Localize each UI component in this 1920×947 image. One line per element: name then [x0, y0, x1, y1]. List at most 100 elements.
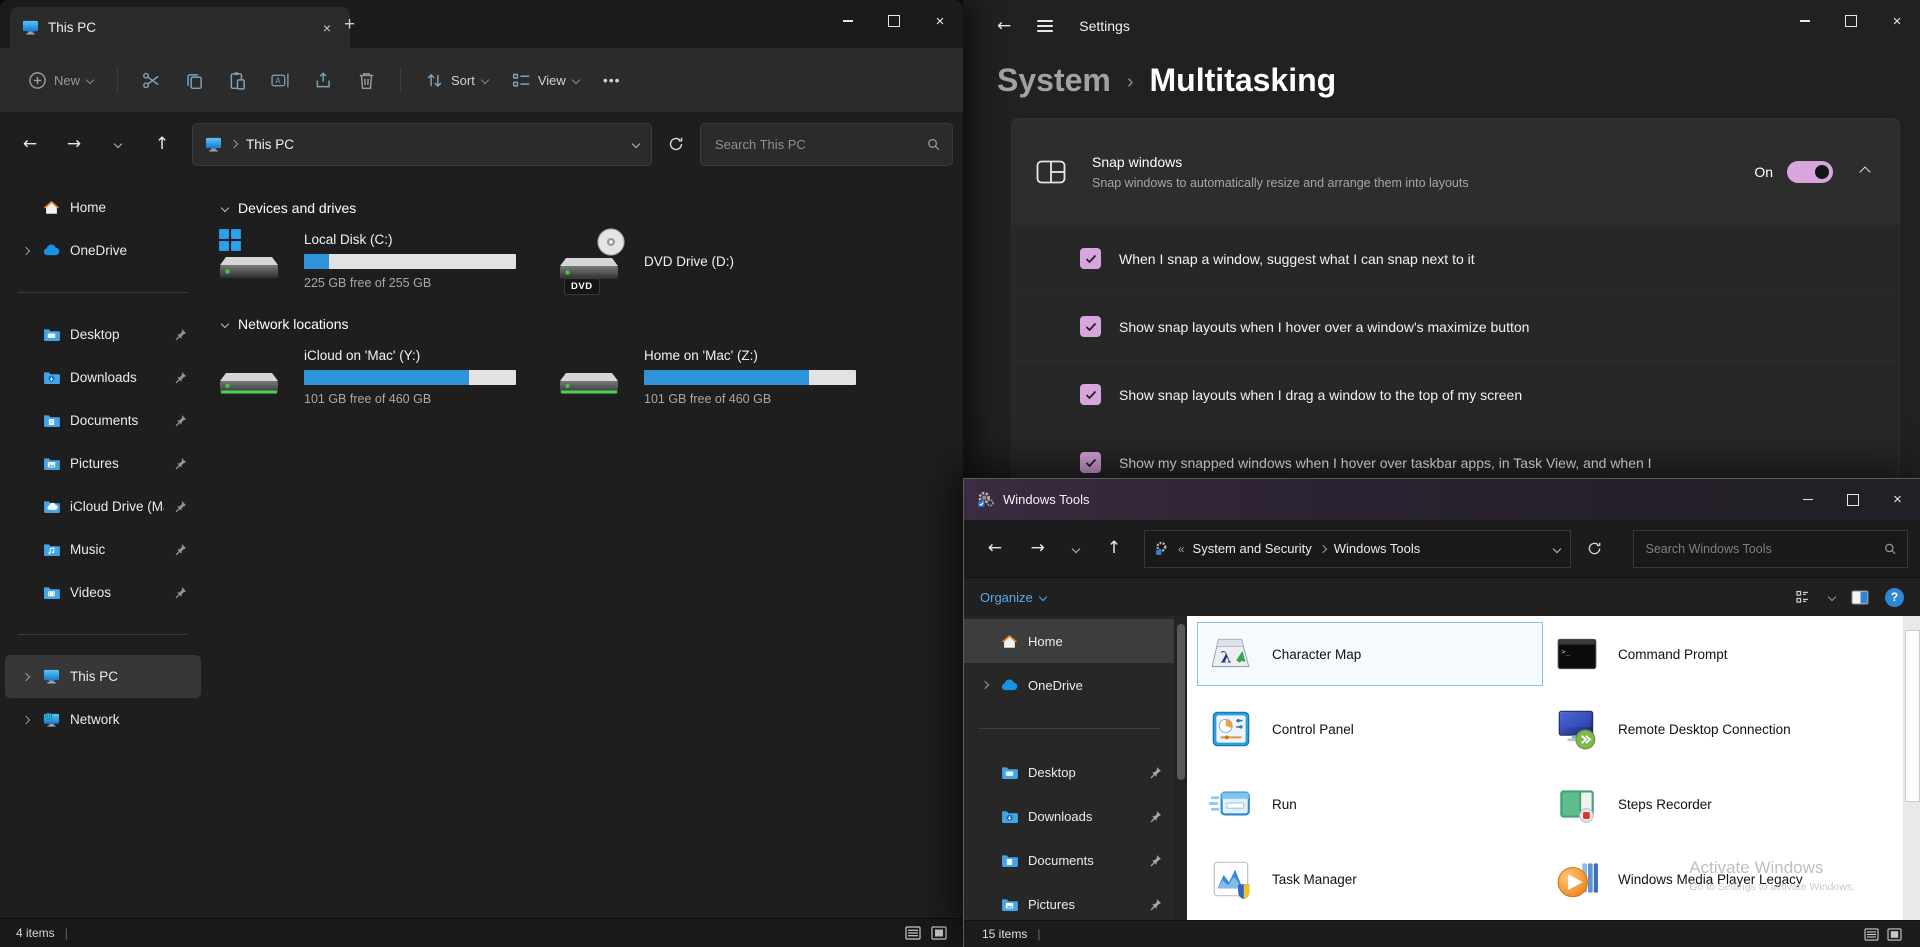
new-tab-button[interactable]: + — [344, 14, 355, 36]
pin-icon[interactable] — [174, 457, 187, 470]
sidebar-item-pictures[interactable]: Pictures — [964, 882, 1174, 921]
refresh-button[interactable] — [1576, 530, 1614, 568]
sidebar-item-desktop[interactable]: Desktop — [964, 750, 1174, 794]
app-item-task-manager[interactable]: Task Manager — [1197, 847, 1543, 911]
pin-icon[interactable] — [1149, 810, 1162, 823]
snap-option-row[interactable]: Show snap layouts when I drag a window t… — [1011, 361, 1900, 429]
snap-option-row[interactable]: When I snap a window, suggest what I can… — [1011, 225, 1900, 293]
section-network-locations[interactable]: Network locations — [218, 316, 963, 332]
sort-button[interactable]: Sort — [415, 63, 498, 98]
up-button[interactable]: ↑ — [142, 125, 182, 163]
sidebar-scrollbar[interactable] — [1174, 616, 1187, 921]
settings-maximize-button[interactable] — [1828, 0, 1874, 42]
settings-minimize-button[interactable] — [1782, 0, 1828, 42]
view-button[interactable]: View — [502, 63, 589, 98]
pin-icon[interactable] — [174, 543, 187, 556]
snap-option-row[interactable]: Show snap layouts when I hover over a wi… — [1011, 293, 1900, 361]
thumbnail-view-icon[interactable] — [1887, 928, 1902, 941]
details-view-icon[interactable] — [905, 926, 921, 940]
expander-chevron-icon[interactable] — [980, 681, 988, 689]
paste-button[interactable] — [218, 63, 257, 98]
app-item-wmp-legacy[interactable]: Windows Media Player Legacy — [1543, 847, 1903, 911]
tools-close-button[interactable]: × — [1875, 479, 1920, 520]
sidebar-item-home[interactable]: Home — [5, 186, 201, 229]
sidebar-item-desktop[interactable]: Desktop — [5, 313, 201, 356]
app-item-run[interactable]: Run — [1197, 772, 1543, 836]
section-devices-and-drives[interactable]: Devices and drives — [218, 200, 963, 216]
chevron-up-icon[interactable] — [1859, 166, 1870, 177]
thumbnail-view-icon[interactable] — [931, 926, 947, 940]
details-view-icon[interactable] — [1864, 928, 1879, 941]
search-icon[interactable] — [1884, 542, 1897, 556]
search-input[interactable] — [713, 136, 919, 153]
app-item-character-map[interactable]: λ Character Map — [1197, 622, 1543, 686]
refresh-button[interactable] — [656, 125, 696, 163]
expander-chevron-icon[interactable] — [22, 715, 30, 723]
sidebar-item-home[interactable]: Home — [964, 619, 1174, 663]
section-collapse-chevron[interactable] — [221, 320, 229, 328]
list-scrollbar[interactable] — [1903, 616, 1920, 921]
crumb-parent[interactable]: System and Security — [1193, 541, 1312, 556]
pin-icon[interactable] — [1149, 854, 1162, 867]
recent-locations-chevron[interactable] — [98, 125, 138, 163]
checkbox-checked[interactable] — [1080, 384, 1101, 405]
forward-button[interactable]: → — [54, 125, 94, 163]
sidebar-item-pictures[interactable]: Pictures — [5, 442, 201, 485]
organize-menu[interactable]: Organize — [980, 590, 1046, 605]
explorer-close-button[interactable]: × — [917, 0, 963, 42]
snap-windows-toggle[interactable] — [1787, 161, 1833, 183]
hamburger-menu-icon[interactable] — [1037, 20, 1053, 32]
breadcrumb-system[interactable]: System — [997, 62, 1111, 99]
sidebar-item-downloads[interactable]: Downloads — [5, 356, 201, 399]
settings-close-button[interactable]: × — [1874, 0, 1920, 42]
crumb-overflow[interactable]: « — [1178, 542, 1185, 556]
tools-maximize-button[interactable] — [1830, 479, 1875, 520]
rename-button[interactable]: A — [261, 63, 300, 98]
app-item-command-prompt[interactable]: >_ Command Prompt — [1543, 622, 1903, 686]
pin-icon[interactable] — [174, 414, 187, 427]
drive-dvd-d[interactable]: DVD DVD Drive (D:) — [558, 232, 898, 290]
address-dropdown-chevron[interactable] — [1552, 544, 1560, 552]
pin-icon[interactable] — [1149, 766, 1162, 779]
explorer-minimize-button[interactable] — [825, 0, 871, 42]
search-input[interactable] — [1644, 541, 1877, 557]
recent-locations-chevron[interactable] — [1062, 530, 1090, 568]
search-icon[interactable] — [927, 137, 940, 152]
sidebar-item-music[interactable]: Music — [5, 528, 201, 571]
sidebar-item-icloud-drive[interactable]: iCloud Drive (Ma — [5, 485, 201, 528]
pin-icon[interactable] — [1149, 898, 1162, 911]
forward-button[interactable]: → — [1019, 530, 1057, 568]
sidebar-item-onedrive[interactable]: OneDrive — [5, 229, 201, 272]
help-icon[interactable]: ? — [1885, 588, 1904, 607]
pin-icon[interactable] — [174, 500, 187, 513]
drive-icloud-y[interactable]: iCloud on 'Mac' (Y:) 101 GB free of 460 … — [218, 348, 558, 406]
checkbox-checked[interactable] — [1080, 248, 1101, 269]
tools-address-bar[interactable]: « System and Security Windows Tools — [1144, 530, 1571, 568]
sidebar-item-documents[interactable]: Documents — [5, 399, 201, 442]
expander-chevron-icon[interactable] — [22, 246, 30, 254]
share-button[interactable] — [304, 63, 343, 98]
sidebar-item-network[interactable]: Network — [5, 698, 201, 741]
sidebar-item-videos[interactable]: Videos — [5, 571, 201, 614]
preview-pane-icon[interactable] — [1851, 590, 1869, 605]
checkbox-checked[interactable] — [1080, 316, 1101, 337]
change-view-icon[interactable] — [1796, 590, 1813, 605]
tab-close-icon[interactable]: × — [316, 17, 338, 39]
back-button[interactable]: ← — [10, 125, 50, 163]
address-dropdown-chevron[interactable] — [632, 140, 640, 148]
drive-local-disk-c[interactable]: Local Disk (C:) 225 GB free of 255 GB — [218, 232, 558, 290]
more-options-button[interactable]: ••• — [593, 64, 631, 96]
app-item-steps-recorder[interactable]: Steps Recorder — [1543, 772, 1903, 836]
section-collapse-chevron[interactable] — [221, 204, 229, 212]
up-button[interactable]: ↑ — [1095, 530, 1133, 568]
snap-windows-expander[interactable]: Snap windows Snap windows to automatical… — [1011, 118, 1900, 226]
back-button[interactable]: ← — [976, 530, 1014, 568]
app-item-control-panel[interactable]: Control Panel — [1197, 697, 1543, 761]
tools-minimize-button[interactable] — [1785, 479, 1830, 520]
back-icon[interactable]: ← — [997, 18, 1011, 35]
copy-button[interactable] — [175, 63, 214, 98]
pin-icon[interactable] — [174, 586, 187, 599]
drive-home-z[interactable]: Home on 'Mac' (Z:) 101 GB free of 460 GB — [558, 348, 898, 406]
expander-chevron-icon[interactable] — [22, 672, 30, 680]
tab-this-pc[interactable]: This PC × — [10, 7, 350, 48]
